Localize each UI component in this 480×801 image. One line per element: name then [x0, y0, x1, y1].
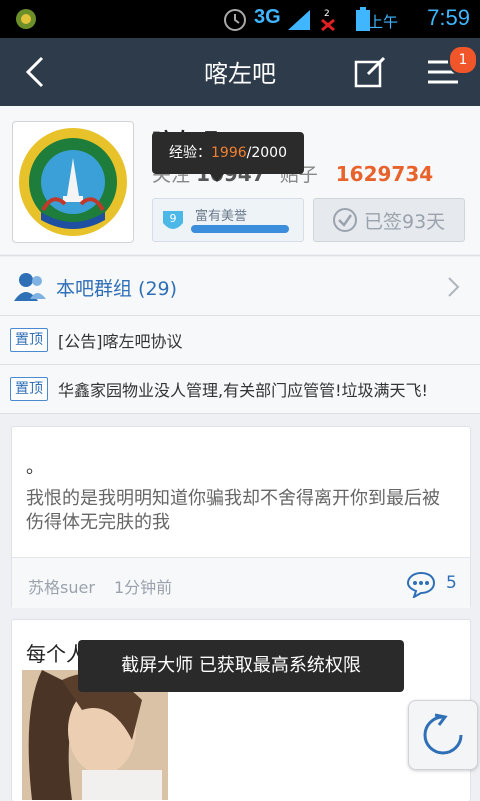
chevron-right-icon	[448, 277, 460, 297]
post-card[interactable]: 。 我恨的是我明明知道你骗我却不舍得离开你到最后被伤得体无完肤的我 苏格suer…	[11, 426, 471, 608]
level-progress-bar	[191, 225, 289, 233]
pinned-tag: 置顶	[10, 377, 48, 401]
app-notify-icon	[16, 9, 36, 29]
forum-avatar	[12, 121, 134, 243]
divider	[0, 255, 480, 256]
status-bar: 3G 2 上午 7:59	[0, 0, 480, 38]
pinned-tag: 置顶	[10, 328, 48, 352]
refresh-icon	[423, 713, 463, 755]
posts-count: 1629734	[335, 162, 434, 186]
signal-icon	[288, 10, 310, 30]
svg-text:2: 2	[324, 9, 330, 19]
exp-total: /2000	[246, 145, 287, 161]
check-circle-icon	[333, 208, 357, 232]
post-title: 。	[26, 457, 44, 478]
post-title: 每个人	[26, 642, 86, 666]
level-name: 富有美誉	[195, 209, 248, 224]
reply-count: 5	[446, 573, 457, 593]
notification-badge: 1	[448, 45, 478, 75]
pinned-post-title: 华鑫家园物业没人管理,有关部门应管管!垃圾满天飞!	[58, 381, 428, 400]
sign-in-label: 已签93天	[364, 211, 446, 233]
network-type: 3G	[254, 6, 281, 28]
toast-message: 截屏大师 已获取最高系统权限	[78, 640, 404, 692]
sign-in-button[interactable]: 已签93天	[313, 198, 465, 242]
level-progress-fill	[191, 225, 289, 233]
exp-label: 经验：	[169, 145, 211, 161]
nav-bar: 喀左吧	[0, 38, 480, 106]
refresh-button[interactable]	[408, 700, 478, 770]
edit-icon[interactable]	[354, 56, 388, 88]
page-title: 喀左吧	[204, 60, 276, 88]
post-body: 我恨的是我明明知道你骗我却不舍得离开你到最后被伤得体无完肤的我	[26, 488, 440, 533]
pinned-post[interactable]: 置顶 华鑫家园物业没人管理,有关部门应管管!垃圾满天飞!	[0, 365, 480, 413]
group-label: 本吧群组 (29)	[56, 278, 178, 300]
forum-group-row[interactable]: 本吧群组 (29)	[0, 257, 480, 315]
group-people-icon	[14, 273, 46, 301]
pinned-post-title: [公告]喀左吧协议	[58, 332, 183, 351]
sim2-noservice-icon: 2	[321, 9, 335, 32]
post-footer: 苏格suer 1分钟前 5	[12, 557, 470, 608]
level-number: 9	[169, 212, 177, 225]
level-badge[interactable]: 9 富有美誉	[152, 198, 304, 242]
clock-time: 7:59	[427, 5, 470, 30]
comment-bubble-icon[interactable]	[406, 570, 436, 598]
exp-current: 1996	[211, 145, 247, 161]
divider	[0, 413, 480, 414]
clock-ampm: 上午	[367, 13, 398, 31]
post-time: 1分钟前	[114, 578, 173, 597]
experience-tooltip: 经验：1996/2000	[152, 132, 304, 182]
alarm-icon	[224, 9, 246, 31]
post-author[interactable]: 苏格suer	[28, 574, 95, 598]
pinned-post[interactable]: 置顶 [公告]喀左吧协议	[0, 316, 480, 364]
